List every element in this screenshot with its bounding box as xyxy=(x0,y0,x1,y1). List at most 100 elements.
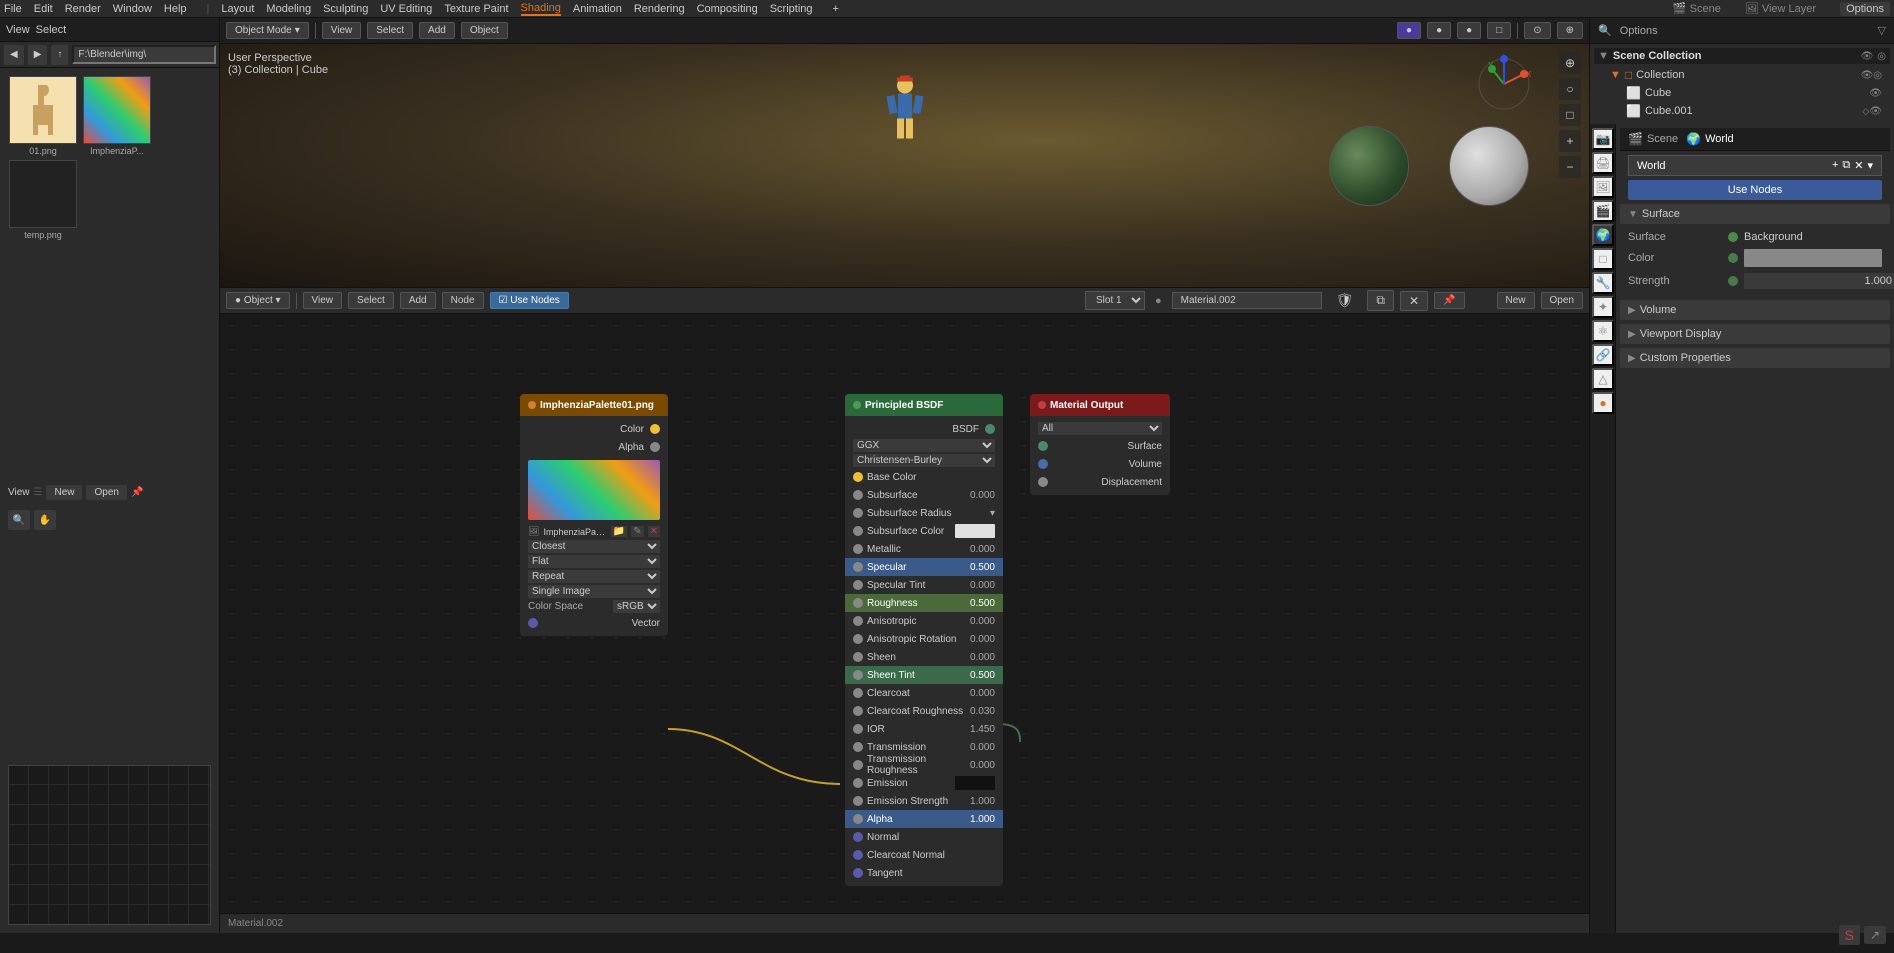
bsdf-tangent-socket[interactable] xyxy=(853,868,863,878)
sc-cursor-icon[interactable]: ◎ xyxy=(1877,51,1886,62)
bsdf-subsystem-select[interactable]: Christensen-Burley xyxy=(853,454,995,467)
file-path-input[interactable] xyxy=(72,45,216,64)
bsdf-clearcoat-socket[interactable] xyxy=(853,688,863,698)
it-browse-btn[interactable]: 📁 xyxy=(611,526,627,537)
thumb-01[interactable]: 01.png xyxy=(8,76,78,156)
bsdf-roughness-socket[interactable] xyxy=(853,598,863,608)
ne-header-obj-btn[interactable]: ● Object ▾ xyxy=(226,292,290,309)
thumb-temp[interactable]: temp.png xyxy=(8,160,78,240)
mo-volume-socket[interactable] xyxy=(1038,459,1048,469)
material-output-node[interactable]: Material Output All Surface xyxy=(1030,394,1170,495)
it-projection-select[interactable]: Flat xyxy=(528,555,660,568)
ne-material-name[interactable] xyxy=(1172,292,1322,309)
ne-copy-icon[interactable]: ⧉ xyxy=(1367,290,1394,311)
vp-mode-dropdown[interactable]: Object Mode ▾ xyxy=(226,22,309,39)
prop-scene-icon[interactable]: 🎬 xyxy=(1592,200,1614,222)
node-canvas[interactable]: ImphenziaPalette01.png Color Alpha xyxy=(220,314,1589,913)
vp-wireframe-shading[interactable]: □ xyxy=(1487,22,1511,39)
prop-view-layer-icon[interactable]: 🖼 xyxy=(1592,176,1614,198)
ne-new-btn-header[interactable]: New xyxy=(1497,292,1535,309)
ne-open-btn[interactable]: Open xyxy=(86,485,126,500)
lp-icon-btn-2[interactable]: ▶ xyxy=(28,45,48,65)
vp-nav-btn-3[interactable]: □ xyxy=(1559,104,1581,126)
prop-material-icon[interactable]: ● xyxy=(1592,392,1614,414)
prop-data-icon[interactable]: △ xyxy=(1592,368,1614,390)
vp-view-btn[interactable]: View xyxy=(322,22,362,39)
rh2-scene[interactable]: 🎬 Scene xyxy=(1628,132,1678,146)
cube-eye-icon[interactable]: 👁 xyxy=(1869,88,1882,99)
ne-zoom-icon[interactable]: 🔍 xyxy=(8,510,30,530)
ne-select-btn[interactable]: Select xyxy=(348,292,394,309)
ne-pin-icon[interactable]: 📌 xyxy=(1434,292,1464,309)
bsdf-specular-socket[interactable] xyxy=(853,562,863,572)
vp-overlay-btn[interactable]: ⊙ xyxy=(1524,22,1550,39)
cube001-item[interactable]: ⬜ Cube.001 ◇ 👁 xyxy=(1594,102,1890,120)
ws-rendering[interactable]: Rendering xyxy=(634,3,685,15)
it-alpha-socket[interactable] xyxy=(650,442,660,452)
ne-node-btn[interactable]: Node xyxy=(442,292,484,309)
lp-icon-btn-1[interactable]: ◀ xyxy=(4,45,24,65)
ne-view-btn[interactable]: View xyxy=(303,292,343,309)
bsdf-subsurface-color-socket[interactable] xyxy=(853,526,863,536)
bsdf-metallic-socket[interactable] xyxy=(853,544,863,554)
ws-animation[interactable]: Animation xyxy=(573,3,622,15)
it-edit-btn[interactable]: ✎ xyxy=(631,526,643,537)
vp-nav-btn-5[interactable]: − xyxy=(1559,156,1581,178)
collection-item[interactable]: ▼ □ Collection 👁 ◎ xyxy=(1594,66,1890,84)
bsdf-normal-socket[interactable] xyxy=(853,832,863,842)
it-colorspace-select[interactable]: sRGB xyxy=(613,600,660,613)
vp-gizmo-btn[interactable]: ⊕ xyxy=(1557,22,1583,39)
rp-options-btn[interactable]: Options xyxy=(1620,25,1658,37)
bsdf-anisotropic-socket[interactable] xyxy=(853,616,863,626)
surface-header[interactable]: ▼ Surface xyxy=(1620,204,1890,224)
ne-hand-icon[interactable]: ✋ xyxy=(34,510,56,530)
ne-use-nodes-btn[interactable]: ☑ Use Nodes xyxy=(490,292,569,309)
mo-surface-socket[interactable] xyxy=(1038,441,1048,451)
bsdf-trans-rough-socket[interactable] xyxy=(853,760,863,770)
menu-edit[interactable]: Edit xyxy=(34,3,53,15)
vp-add-btn[interactable]: Add xyxy=(419,22,455,39)
prop-physics-icon[interactable]: ⚛ xyxy=(1592,320,1614,342)
ws-modeling[interactable]: Modeling xyxy=(266,3,311,15)
prop-world-icon[interactable]: 🌍 xyxy=(1592,224,1614,246)
world-select-dropdown[interactable]: World + ⧉ ✕ ▾ xyxy=(1628,155,1882,176)
ws-scripting[interactable]: Scripting xyxy=(770,3,813,15)
it-vector-socket[interactable] xyxy=(528,618,538,628)
vp-viewport-shading[interactable]: ● xyxy=(1397,22,1421,39)
bsdf-clearcoat-rough-socket[interactable] xyxy=(853,706,863,716)
ws-layout[interactable]: Layout xyxy=(221,3,254,15)
ws-sculpting[interactable]: Sculpting xyxy=(323,3,368,15)
bsdf-emission-strength-socket[interactable] xyxy=(853,796,863,806)
ne-new-btn[interactable]: New xyxy=(46,485,82,500)
ne-close-icon[interactable]: ✕ xyxy=(1400,291,1428,311)
lp-icon-btn-3[interactable]: ↑ xyxy=(51,45,68,65)
ws-uv-editing[interactable]: UV Editing xyxy=(380,3,432,15)
ne-add-btn[interactable]: Add xyxy=(400,292,436,309)
vp-nav-btn-4[interactable]: + xyxy=(1559,130,1581,152)
lp-view-btn[interactable]: View xyxy=(6,24,30,36)
it-color-socket[interactable] xyxy=(650,424,660,434)
bsdf-subsurface-socket[interactable] xyxy=(853,490,863,500)
bsdf-sheen-socket[interactable] xyxy=(853,652,863,662)
rp-filter-icon[interactable]: ▽ xyxy=(1878,24,1886,37)
viewport-display-header[interactable]: ▶ Viewport Display xyxy=(1620,324,1890,344)
volume-header[interactable]: ▶ Volume xyxy=(1620,300,1890,320)
viewport-canvas[interactable]: User Perspective (3) Collection | Cube xyxy=(220,44,1589,287)
ws-new-icon[interactable]: + xyxy=(1832,159,1838,172)
ws-texture-paint[interactable]: Texture Paint xyxy=(444,3,508,15)
thumb-palette[interactable]: ImphenziaP... xyxy=(82,76,152,156)
bsdf-subsurface-radius-socket[interactable] xyxy=(853,508,863,518)
prop-modifier-icon[interactable]: 🔧 xyxy=(1592,272,1614,294)
strength-input[interactable] xyxy=(1744,273,1894,289)
it-extension-select[interactable]: Repeat xyxy=(528,570,660,583)
mo-all-select[interactable]: All xyxy=(1038,422,1162,435)
prop-particle-icon[interactable]: ✦ xyxy=(1592,296,1614,318)
menu-render[interactable]: Render xyxy=(65,3,101,15)
bsdf-ior-socket[interactable] xyxy=(853,724,863,734)
it-remove-btn[interactable]: ✕ xyxy=(648,526,660,537)
sc-eye-icon[interactable]: 👁 xyxy=(1861,51,1874,62)
options-btn[interactable]: Options xyxy=(1840,2,1890,16)
it-source-select[interactable]: Single Image xyxy=(528,585,660,598)
ws-close-icon[interactable]: ✕ xyxy=(1854,159,1863,172)
prop-render-icon[interactable]: 📷 xyxy=(1592,128,1614,150)
